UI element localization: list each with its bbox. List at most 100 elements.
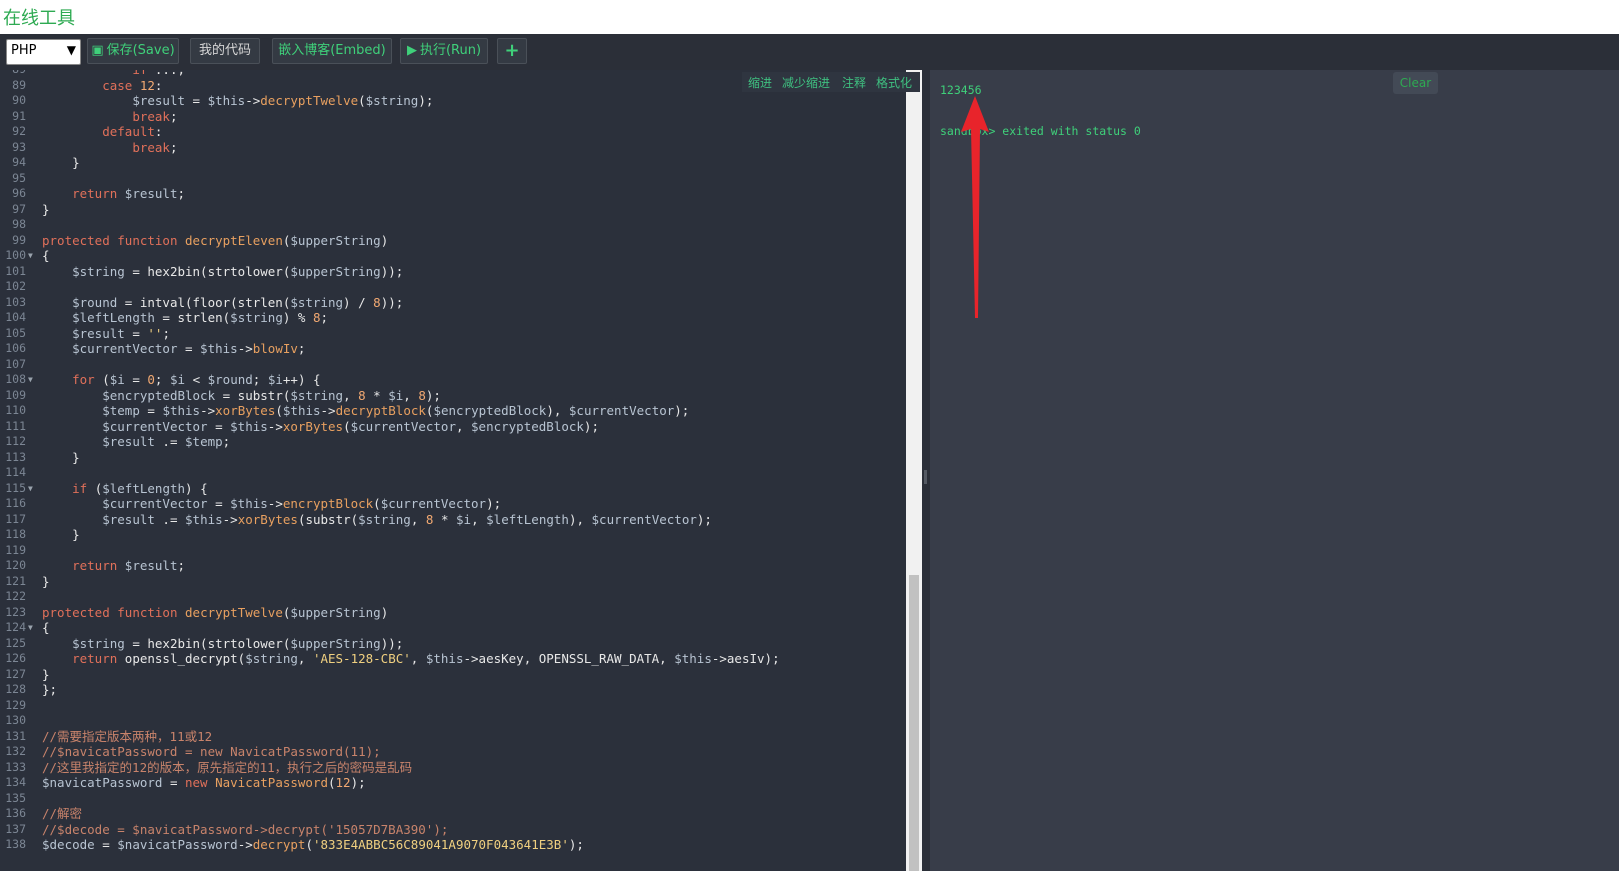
code-line[interactable]: 134 $navicatPassword = new NavicatPasswor…: [0, 775, 906, 791]
line-number: 136: [5, 806, 26, 820]
code-line[interactable]: 127}: [0, 667, 906, 683]
line-number: 107: [5, 356, 26, 371]
code-line[interactable]: 106 $currentVector = $this->blowIv;: [0, 341, 906, 357]
fold-toggle-icon[interactable]: ▼: [28, 248, 33, 264]
run-button[interactable]: ▶ 执行(Run): [400, 38, 488, 64]
run-button-label: 执行(Run): [419, 43, 482, 58]
line-number: 97: [12, 201, 26, 216]
code-line[interactable]: 96 return $result;: [0, 186, 906, 202]
code-line[interactable]: 99 protected function decryptEleven($uppe…: [0, 233, 906, 249]
clear-button[interactable]: Clear: [1393, 72, 1438, 94]
code-line[interactable]: 111 $currentVector = $this->xorBytes($cu…: [0, 419, 906, 435]
code-line[interactable]: 102: [0, 279, 906, 295]
my-code-button[interactable]: 我的代码: [190, 38, 260, 64]
code-line[interactable]: 90 $result = $this->decryptTwelve($strin…: [0, 93, 906, 109]
code-line[interactable]: 104 $leftLength = strlen($string) % 8;: [0, 310, 906, 326]
code-line[interactable]: 121}: [0, 574, 906, 590]
code-text: $navicatPassword = new NavicatPassword(1…: [42, 775, 366, 790]
code-line[interactable]: 138 $decode = $navicatPassword->decrypt('…: [0, 837, 906, 853]
code-line[interactable]: 101 $string = hex2bin(strtolower($upperS…: [0, 264, 906, 280]
code-line[interactable]: 131 //需要指定版本两种，11或12: [0, 729, 906, 745]
code-line[interactable]: 120 return $result;: [0, 558, 906, 574]
code-line[interactable]: 100 ▼ {: [0, 248, 906, 264]
code-line[interactable]: 103 $round = intval(floor(strlen($string…: [0, 295, 906, 311]
code-line[interactable]: 91 break;: [0, 109, 906, 125]
code-line[interactable]: 129: [0, 698, 906, 714]
fold-toggle-icon[interactable]: ▼: [28, 620, 33, 636]
code-line[interactable]: 108 ▼ for ($i = 0; $i < $round; $i++) {: [0, 372, 906, 388]
code-line[interactable]: 132 //$navicatPassword = new NavicatPassw…: [0, 744, 906, 760]
language-select[interactable]: PHP ▼: [6, 39, 81, 65]
code-line[interactable]: 130: [0, 713, 906, 729]
line-number: 90: [12, 93, 26, 107]
line-number: 118: [5, 527, 26, 541]
site-title[interactable]: 在线工具: [3, 4, 75, 30]
code-text: //$navicatPassword = new NavicatPassword…: [42, 744, 381, 759]
line-number: 130: [5, 713, 26, 727]
annotation-arrow: [961, 96, 989, 318]
line-number: 114: [5, 465, 26, 479]
code-line[interactable]: 122: [0, 589, 906, 605]
code-text: {: [42, 248, 50, 263]
fold-toggle-icon[interactable]: ▼: [28, 372, 33, 388]
code-line[interactable]: 110 $temp = $this->xorBytes($this->decry…: [0, 403, 906, 419]
code-line[interactable]: 128};: [0, 682, 906, 698]
code-line[interactable]: 124 ▼ {: [0, 620, 906, 636]
code-text: $currentVector = $this->encryptBlock($cu…: [102, 496, 502, 511]
code-content[interactable]: 89 if ...;89 case 12:90 $result = $this-…: [0, 70, 906, 853]
code-text: for ($i = 0; $i < $round; $i++) {: [72, 372, 321, 387]
code-line[interactable]: 113 }: [0, 450, 906, 466]
code-line[interactable]: 119: [0, 543, 906, 559]
save-button[interactable]: ▣ 保存(Save): [87, 38, 179, 64]
code-line[interactable]: 105 $result = '';: [0, 326, 906, 342]
code-line[interactable]: 109 $encryptedBlock = substr($string, 8 …: [0, 388, 906, 404]
code-line[interactable]: 114: [0, 465, 906, 481]
line-number: 126: [5, 651, 26, 665]
code-line[interactable]: 135: [0, 791, 906, 807]
code-text: $round = intval(floor(strlen($string) / …: [72, 294, 404, 310]
code-text: return $result;: [72, 186, 186, 201]
code-line[interactable]: 123 protected function decryptTwelve($upp…: [0, 605, 906, 621]
code-line[interactable]: 137 //$decode = $navicatPassword->decrypt…: [0, 822, 906, 838]
code-text: break;: [132, 108, 178, 124]
code-line[interactable]: 136 //解密: [0, 806, 906, 822]
scrollbar-thumb[interactable]: [909, 575, 919, 871]
code-line[interactable]: 133 //这里我指定的12的版本，原先指定的11，执行之后的密码是乱码: [0, 760, 906, 776]
code-line[interactable]: 125 $string = hex2bin(strtolower($upperS…: [0, 636, 906, 652]
embed-button[interactable]: 嵌入博客(Embed): [272, 38, 392, 64]
fold-toggle-icon[interactable]: ▼: [28, 481, 33, 497]
code-line[interactable]: 93 break;: [0, 140, 906, 156]
add-button[interactable]: +: [497, 38, 527, 64]
code-text: }: [42, 449, 80, 465]
indent-button[interactable]: 缩进: [748, 74, 772, 91]
line-number: 105: [5, 325, 26, 340]
code-line[interactable]: 115 ▼ if ($leftLength) {: [0, 481, 906, 497]
code-line[interactable]: 97}: [0, 202, 906, 218]
code-line[interactable]: 126 return openssl_decrypt($string, 'AES…: [0, 651, 906, 667]
code-line[interactable]: 92 default:: [0, 124, 906, 140]
output-panel: 123456 sandbox> exited with status 0 Cle…: [930, 70, 1619, 871]
code-line[interactable]: 117 $result .= $this->xorBytes(substr($s…: [0, 512, 906, 528]
code-line[interactable]: 112 $result .= $temp;: [0, 434, 906, 450]
code-line[interactable]: 118 }: [0, 527, 906, 543]
line-number: 91: [12, 108, 26, 123]
editor-scrollbar[interactable]: [906, 70, 922, 871]
line-number: 122: [5, 589, 26, 603]
splitter-grip[interactable]: [924, 470, 927, 484]
code-line[interactable]: 107: [0, 357, 906, 373]
comment-button[interactable]: 注释: [842, 74, 866, 91]
line-number: 113: [5, 449, 26, 464]
code-line[interactable]: 95: [0, 171, 906, 187]
code-line[interactable]: 116 $currentVector = $this->encryptBlock…: [0, 496, 906, 512]
line-number: 92: [12, 124, 26, 138]
code-text: //$decode = $navicatPassword->decrypt('1…: [42, 821, 449, 837]
line-number: 137: [5, 821, 26, 836]
code-editor[interactable]: 89 if ...;89 case 12:90 $result = $this-…: [0, 70, 906, 871]
line-number: 112: [5, 434, 26, 448]
code-line[interactable]: 94 }: [0, 155, 906, 171]
code-line[interactable]: 98: [0, 217, 906, 233]
pane-splitter[interactable]: [922, 70, 930, 871]
format-button[interactable]: 格式化: [876, 74, 912, 91]
outdent-button[interactable]: 减少缩进: [782, 74, 830, 91]
code-text: $string = hex2bin(strtolower($upperStrin…: [72, 263, 404, 279]
